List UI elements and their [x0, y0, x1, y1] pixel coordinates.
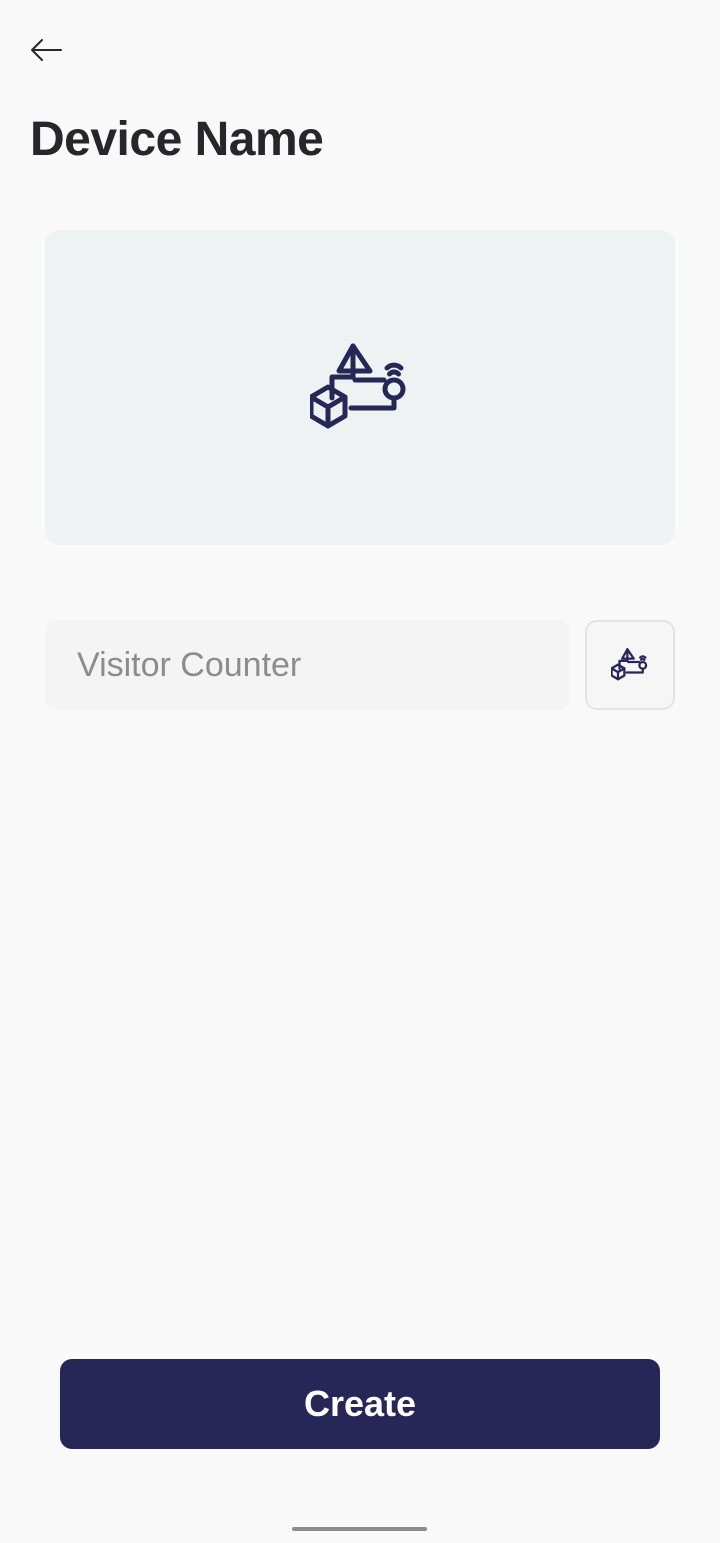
- arrow-left-icon: [31, 39, 62, 61]
- icon-picker-button[interactable]: [585, 620, 675, 710]
- back-button[interactable]: [24, 30, 68, 70]
- device-automation-icon: [611, 648, 648, 681]
- home-indicator: [292, 1527, 427, 1531]
- create-button[interactable]: Create: [60, 1359, 660, 1449]
- device-automation-icon: [310, 343, 406, 428]
- device-preview-card: [45, 230, 675, 545]
- page-title: Device Name: [30, 113, 324, 166]
- device-name-input[interactable]: [75, 644, 540, 686]
- device-name-field[interactable]: [45, 620, 570, 710]
